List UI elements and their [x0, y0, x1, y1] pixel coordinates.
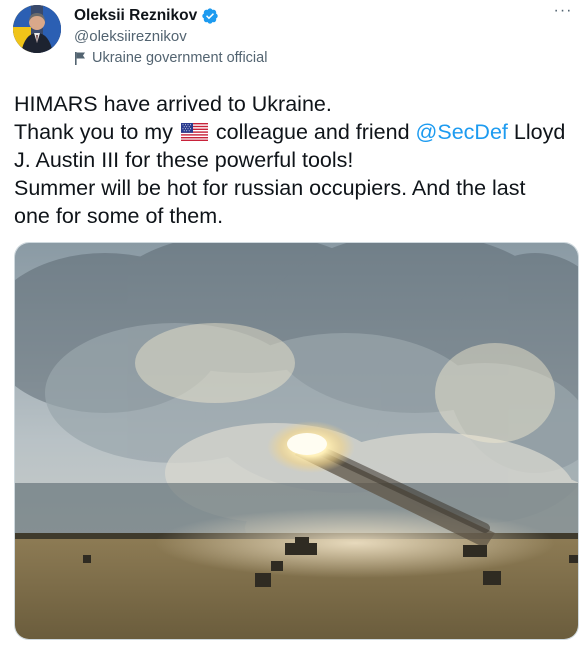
tweet-text: HIMARS have arrived to Ukraine. Thank yo…: [14, 90, 574, 230]
tweet-line: one for some of them.: [14, 204, 224, 228]
tweet-card: Oleksii Reznikov @oleksiireznikov Ukrain…: [0, 0, 587, 647]
us-flag-icon: [180, 120, 208, 141]
avatar[interactable]: [13, 5, 61, 53]
tweet-text-segment: colleague and friend: [215, 120, 410, 144]
tweet-line: J. Austin III for these powerful tools!: [14, 148, 354, 172]
verified-badge-icon: [201, 7, 219, 25]
flag-icon: [74, 51, 87, 65]
author-display-name[interactable]: Oleksii Reznikov: [74, 7, 197, 25]
rocket-launch-photo-icon: [15, 243, 578, 639]
author-name-row[interactable]: Oleksii Reznikov: [74, 5, 219, 27]
profile-photo-icon: [13, 5, 61, 53]
government-label[interactable]: Ukraine government official: [74, 50, 267, 66]
tweet-line: HIMARS have arrived to Ukraine.: [14, 92, 332, 116]
author-handle[interactable]: @oleksiireznikov: [74, 28, 187, 45]
tweet-text-segment: Lloyd: [513, 120, 566, 144]
government-label-text: Ukraine government official: [92, 50, 268, 66]
more-options-button[interactable]: ···: [551, 3, 575, 22]
mention-link[interactable]: @SecDef: [416, 120, 508, 144]
tweet-line: Thank you to my colleague and friend @Se…: [14, 118, 574, 146]
tweet-line: Summer will be hot for russian occupiers…: [14, 176, 526, 200]
tweet-text-segment: Thank you to my: [14, 120, 173, 144]
tweet-media-photo[interactable]: [14, 242, 579, 640]
